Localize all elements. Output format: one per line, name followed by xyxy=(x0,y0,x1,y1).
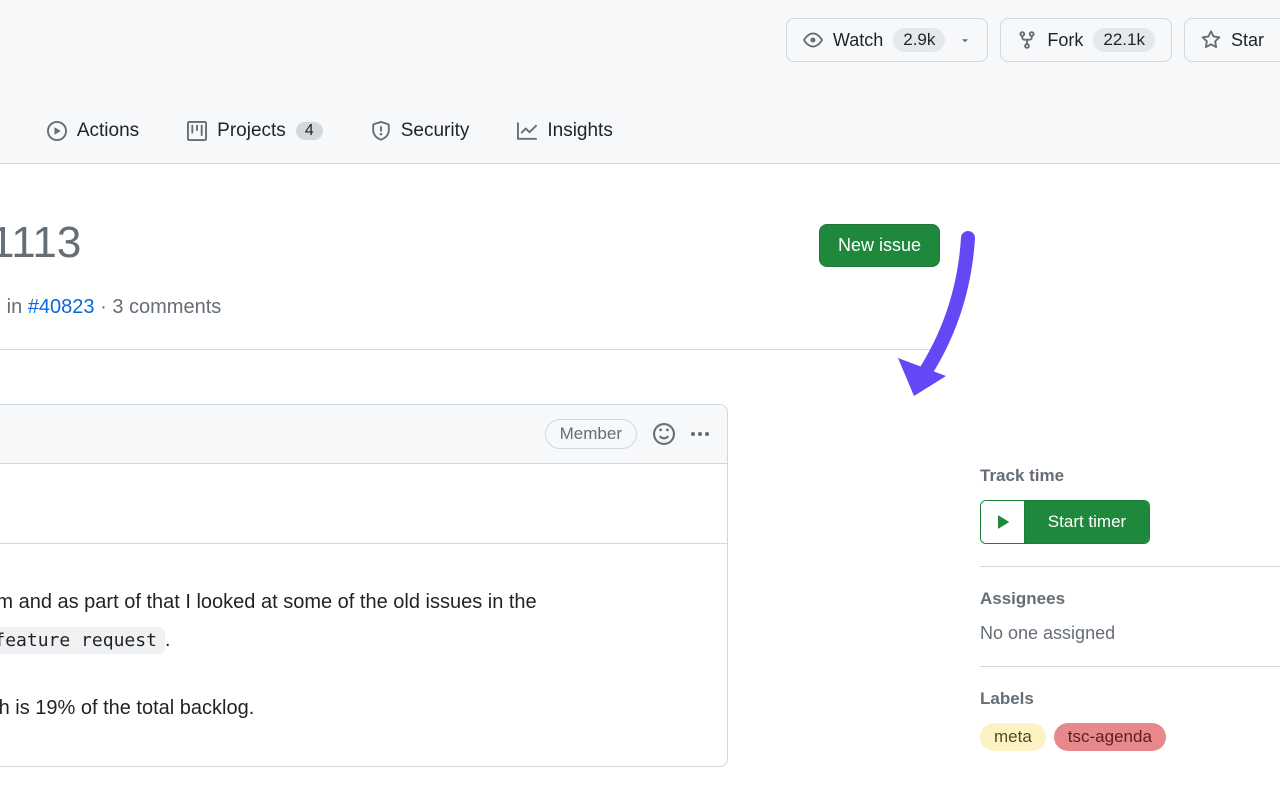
tab-partial-first[interactable]: ions xyxy=(0,120,3,142)
labels-heading: Labels xyxy=(980,689,1280,709)
start-timer-button[interactable]: Start timer xyxy=(980,500,1150,544)
play-icon xyxy=(993,512,1013,532)
tab-actions[interactable]: Actions xyxy=(43,120,143,142)
watch-label: Watch xyxy=(833,30,883,51)
assignees-none: No one assigned xyxy=(980,623,1280,644)
kebab-icon[interactable] xyxy=(691,432,709,436)
member-badge: Member xyxy=(545,419,637,449)
tab-projects[interactable]: Projects 4 xyxy=(183,120,327,142)
sidebar-assignees: Assignees No one assigned xyxy=(980,567,1280,667)
play-circle-icon xyxy=(47,121,67,141)
issue-number: 1113 xyxy=(0,218,81,268)
track-time-heading: Track time xyxy=(980,466,1280,486)
fork-count: 22.1k xyxy=(1093,28,1155,52)
smiley-icon[interactable] xyxy=(653,423,675,445)
sidebar-labels: Labels meta tsc-agenda xyxy=(980,667,1280,773)
graph-icon xyxy=(517,121,537,141)
caret-down-icon xyxy=(959,34,971,46)
star-label: Star xyxy=(1231,30,1264,51)
watch-button[interactable]: Watch 2.9k xyxy=(786,18,988,62)
assignees-heading: Assignees xyxy=(980,589,1280,609)
fork-label: Fork xyxy=(1047,30,1083,51)
label-tsc-agenda[interactable]: tsc-agenda xyxy=(1054,723,1166,751)
new-issue-button[interactable]: New issue xyxy=(819,224,940,267)
shield-icon xyxy=(371,121,391,141)
watch-count: 2.9k xyxy=(893,28,945,52)
issue-meta: d in #40823 · 3 comments xyxy=(0,296,940,350)
label-meta[interactable]: meta xyxy=(980,723,1046,751)
comment-box: Member .js team and as part of that I lo… xyxy=(0,404,728,767)
eye-icon xyxy=(803,30,823,50)
fork-button[interactable]: Fork 22.1k xyxy=(1000,18,1172,62)
project-icon xyxy=(187,121,207,141)
comment-body: .js team and as part of that I looked at… xyxy=(0,464,727,766)
linked-issue-link[interactable]: #40823 xyxy=(28,296,95,318)
projects-count: 4 xyxy=(296,122,323,140)
code-token: feature request xyxy=(0,627,165,654)
star-button[interactable]: Star xyxy=(1184,18,1280,62)
star-icon xyxy=(1201,30,1221,50)
tab-insights[interactable]: Insights xyxy=(513,120,616,142)
sidebar-track-time: Track time Start timer xyxy=(980,444,1280,567)
fork-icon xyxy=(1017,30,1037,50)
tab-security[interactable]: Security xyxy=(367,120,474,142)
